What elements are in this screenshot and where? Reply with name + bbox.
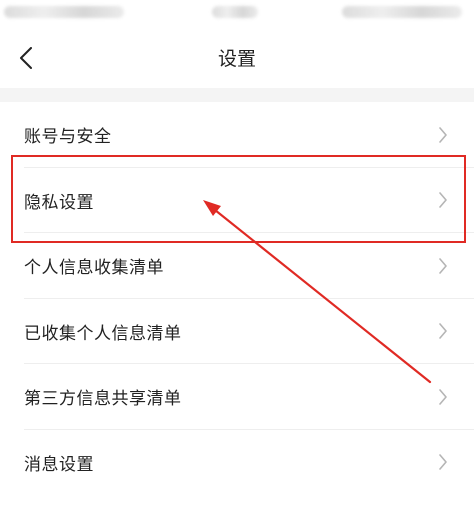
chevron-right-icon (439, 126, 447, 143)
settings-list: 账号与安全 隐私设置 个人信息收集清单 已收集个人信息清单 第三方信息共享清单 … (0, 102, 474, 495)
chevron-left-icon (20, 47, 32, 69)
settings-item-label: 消息设置 (24, 454, 94, 475)
chevron-right-icon (439, 257, 447, 274)
settings-item-personal-info-collection[interactable]: 个人信息收集清单 (0, 233, 474, 299)
chevron-right-icon (439, 388, 447, 405)
section-divider (0, 88, 474, 102)
nav-bar: 设置 (0, 30, 474, 88)
settings-item-label: 第三方信息共享清单 (24, 389, 182, 410)
settings-item-privacy[interactable]: 隐私设置 (0, 168, 474, 234)
settings-item-label: 账号与安全 (24, 127, 112, 148)
settings-item-label: 个人信息收集清单 (24, 258, 164, 279)
status-bar-blurred-left (4, 6, 124, 18)
settings-item-label: 已收集个人信息清单 (24, 323, 182, 344)
chevron-right-icon (439, 323, 447, 340)
status-bar-blurred-right (342, 6, 462, 18)
settings-item-third-party-sharing[interactable]: 第三方信息共享清单 (0, 364, 474, 430)
settings-item-label: 隐私设置 (24, 192, 94, 213)
chevron-right-icon (439, 192, 447, 209)
settings-item-account-security[interactable]: 账号与安全 (0, 102, 474, 168)
status-bar (0, 0, 474, 30)
status-bar-blurred-center (212, 6, 258, 18)
back-button[interactable] (8, 40, 44, 76)
settings-item-message[interactable]: 消息设置 (0, 430, 474, 496)
page-title: 设置 (217, 48, 256, 70)
settings-item-collected-personal-info[interactable]: 已收集个人信息清单 (0, 299, 474, 365)
chevron-right-icon (439, 454, 447, 471)
